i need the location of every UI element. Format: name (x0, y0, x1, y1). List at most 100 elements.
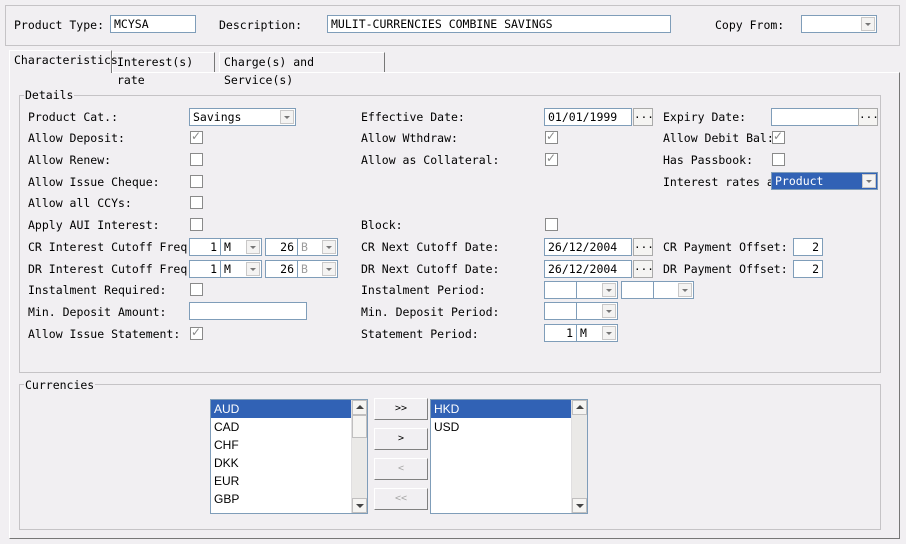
dr-payment-offset-label: DR Payment Offset: (663, 262, 788, 276)
available-currency-item[interactable]: CAD (211, 418, 367, 436)
chevron-down-icon[interactable] (602, 283, 616, 297)
remove-currency-button[interactable]: < (374, 458, 428, 480)
dr-cutoff-unit-dropdown[interactable]: M (220, 260, 262, 278)
dr-next-cutoff-field[interactable]: 26/12/2004 (544, 260, 632, 278)
has-passbook-label: Has Passbook: (663, 153, 754, 167)
allow-debit-bal-checkbox[interactable]: ✓ (772, 129, 785, 144)
chevron-down-icon[interactable] (322, 240, 336, 254)
available-currency-item[interactable]: AUD (211, 400, 367, 418)
dr-cutoff-label: DR Interest Cutoff Freq: (28, 262, 195, 276)
scroll-up-icon[interactable] (572, 400, 587, 415)
dr-next-cutoff-picker-button[interactable]: ... (633, 260, 654, 278)
check-icon: ✓ (773, 129, 784, 143)
block-checkbox[interactable] (545, 218, 558, 231)
effective-date-field[interactable]: 01/01/1999 (544, 108, 632, 126)
chevron-down-icon[interactable] (678, 283, 692, 297)
allow-deposit-label: Allow Deposit: (28, 131, 125, 145)
add-currency-button[interactable]: > (374, 428, 428, 450)
cr-cutoff-day-field[interactable]: 26 (265, 238, 298, 256)
chevron-down-icon[interactable] (280, 110, 294, 124)
dr-cutoff-day-unit-dropdown[interactable]: B (297, 260, 338, 278)
tab-charges-services[interactable]: Charge(s) and Service(s) (219, 52, 385, 87)
available-currency-item[interactable]: CHF (211, 436, 367, 454)
copy-from-label: Copy From: (715, 18, 785, 32)
min-deposit-amount-field[interactable] (189, 302, 307, 320)
check-icon: ✓ (546, 129, 557, 143)
product-cat-value: Savings (193, 110, 242, 124)
effective-date-picker-button[interactable]: ... (633, 108, 654, 126)
chevron-down-icon[interactable] (246, 262, 260, 276)
scroll-down-icon[interactable] (352, 498, 367, 513)
allow-withdraw-checkbox[interactable]: ✓ (545, 129, 558, 144)
instalment-period-label: Instalment Period: (361, 283, 486, 297)
cr-next-cutoff-field[interactable]: 26/12/2004 (544, 238, 632, 256)
apply-aui-checkbox[interactable] (190, 218, 203, 231)
instalment-period-num2-field[interactable] (621, 281, 654, 299)
cr-cutoff-unit-dropdown[interactable]: M (220, 238, 262, 256)
selected-currency-item[interactable]: HKD (431, 400, 587, 418)
expiry-date-picker-button[interactable]: ... (858, 108, 879, 126)
product-cat-dropdown[interactable]: Savings (189, 108, 296, 126)
allow-all-ccys-checkbox[interactable] (190, 196, 203, 209)
min-deposit-amount-label: Min. Deposit Amount: (28, 305, 167, 319)
cr-next-cutoff-label: CR Next Cutoff Date: (361, 240, 500, 254)
instalment-period-unit2-dropdown[interactable] (653, 281, 694, 299)
chevron-down-icon[interactable] (602, 304, 616, 318)
selected-currencies-list[interactable]: HKD USD (430, 399, 588, 514)
allow-issue-cheque-checkbox[interactable] (190, 175, 203, 188)
statement-period-num-field[interactable]: 1 (544, 324, 577, 342)
min-deposit-period-num-field[interactable] (544, 302, 577, 320)
available-currencies-list[interactable]: AUD CAD CHF DKK EUR GBP (210, 399, 368, 514)
selected-currency-item[interactable]: USD (431, 418, 587, 436)
allow-renew-checkbox[interactable] (190, 153, 203, 166)
tab-interest-rate[interactable]: Interest(s) rate (112, 52, 215, 87)
product-type-field[interactable]: MCYSA (110, 15, 196, 33)
cr-cutoff-day-unit-dropdown[interactable]: B (297, 238, 338, 256)
add-all-currencies-button[interactable]: >> (374, 398, 428, 420)
available-currency-item[interactable]: EUR (211, 472, 367, 490)
dr-cutoff-num-field[interactable]: 1 (189, 260, 221, 278)
cr-next-cutoff-picker-button[interactable]: ... (633, 238, 654, 256)
allow-withdraw-label: Allow Wthdraw: (361, 131, 458, 145)
instalment-period-unit-dropdown[interactable] (576, 281, 618, 299)
allow-deposit-checkbox[interactable]: ✓ (190, 129, 203, 144)
chevron-down-icon[interactable] (322, 262, 336, 276)
instalment-required-checkbox[interactable] (190, 283, 203, 296)
description-field[interactable]: MULIT-CURRENCIES COMBINE SAVINGS (327, 15, 671, 33)
available-currency-item[interactable]: DKK (211, 454, 367, 472)
chevron-down-icon[interactable] (246, 240, 260, 254)
block-label: Block: (361, 218, 403, 232)
allow-all-ccys-label: Allow all CCYs: (28, 196, 132, 210)
scroll-up-icon[interactable] (352, 400, 367, 415)
copy-from-dropdown[interactable] (801, 15, 877, 33)
cr-payment-offset-field[interactable]: 2 (793, 238, 823, 256)
available-currency-item[interactable]: GBP (211, 490, 367, 508)
remove-all-currencies-button[interactable]: << (374, 488, 428, 510)
dr-payment-offset-field[interactable]: 2 (793, 260, 823, 278)
expiry-date-label: Expiry Date: (663, 110, 747, 124)
allow-issue-statement-checkbox[interactable]: ✓ (190, 325, 203, 340)
expiry-date-field[interactable] (771, 108, 859, 126)
statement-period-unit-dropdown[interactable]: M (576, 324, 618, 342)
has-passbook-checkbox[interactable] (772, 153, 785, 166)
tab-characteristics[interactable]: Characteristics (9, 50, 118, 73)
allow-collateral-checkbox[interactable]: ✓ (545, 151, 558, 166)
scroll-thumb[interactable] (352, 415, 367, 438)
chevron-down-icon[interactable] (861, 17, 875, 31)
min-deposit-period-unit-dropdown[interactable] (576, 302, 618, 320)
cr-payment-offset-label: CR Payment Offset: (663, 240, 788, 254)
scroll-down-icon[interactable] (572, 498, 587, 513)
cr-cutoff-day-unit-value: B (301, 240, 308, 254)
allow-issue-cheque-label: Allow Issue Cheque: (28, 175, 160, 189)
interest-rates-at-dropdown[interactable]: Product (771, 172, 878, 190)
chevron-down-icon[interactable] (862, 174, 876, 188)
chevron-down-icon[interactable] (602, 326, 616, 340)
selected-list-scrollbar[interactable] (571, 400, 587, 513)
interest-rates-at-label: Interest rates at: (663, 175, 788, 189)
check-icon: ✓ (191, 325, 202, 339)
product-cat-label: Product Cat.: (28, 110, 119, 124)
instalment-period-num-field[interactable] (544, 281, 577, 299)
cr-cutoff-num-field[interactable]: 1 (189, 238, 221, 256)
dr-cutoff-day-field[interactable]: 26 (265, 260, 298, 278)
available-list-scrollbar[interactable] (351, 400, 367, 513)
